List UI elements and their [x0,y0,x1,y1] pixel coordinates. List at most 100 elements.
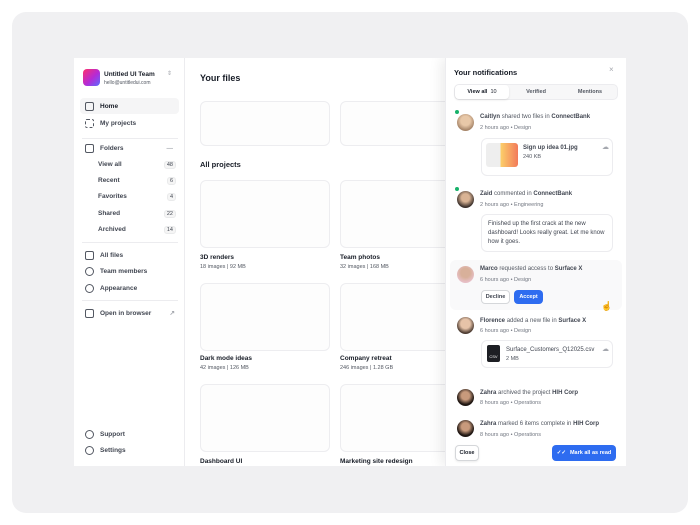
close-icon[interactable]: × [609,65,614,74]
tag: Operations [514,400,541,406]
gear-icon [85,445,94,455]
time: 8 hours ago [480,400,510,406]
target[interactable]: HIH Corp [552,390,578,396]
palette-icon [85,283,94,293]
nav-projects-label: My projects [100,119,137,127]
notification-text: Marco requested access to Surface X [480,266,582,272]
tag: Design [514,277,532,283]
nav-appearance-label: Appearance [100,284,138,292]
collapse-icon[interactable]: — [167,145,174,152]
image-count: 246 images [340,365,369,371]
project-name[interactable]: 3D renders [200,254,234,261]
tab-count: 10 [490,89,497,95]
folder-archived[interactable]: Archived 14 [98,226,176,234]
grid-icon [85,250,94,260]
tab-view-all[interactable]: View all 10 [455,85,509,99]
folder-count: 48 [163,161,176,169]
image-thumbnail [486,143,518,167]
action: archived the project [498,390,551,396]
download-icon[interactable]: ☁ [602,345,609,353]
size: 1.28 GB [372,365,394,371]
project-name[interactable]: Team photos [340,254,380,261]
folder-label: Archived [98,226,126,233]
target[interactable]: ConnectBank [533,191,572,197]
notification-meta: 6 hours ago • Design [480,328,532,334]
action: shared two files in [501,114,550,120]
nav-support-label: Support [100,430,125,438]
nav-appearance[interactable]: Appearance [80,280,179,296]
action: marked 6 items complete in [498,421,572,427]
close-button[interactable]: Close [455,445,479,461]
avatar [457,317,474,334]
project-name[interactable]: Dashboard UI [200,458,242,465]
avatar [457,389,474,406]
tab-label: View all [467,89,488,95]
help-icon [85,429,94,439]
chevron-selector-icon[interactable]: ⇕ [167,70,172,77]
page-title: Your files [200,73,241,83]
notification-text: Zaid commented in ConnectBank [480,191,572,197]
notification-meta: 6 hours ago • Design [480,277,532,283]
avatar [457,191,474,208]
time: 6 hours ago [480,277,510,283]
double-check-icon: ✓✓ [556,450,566,456]
download-icon[interactable]: ☁ [602,143,609,151]
project-name[interactable]: Dark mode ideas [200,355,252,362]
nav-team-label: Team members [100,267,148,275]
tab-verified[interactable]: Verified [509,85,563,99]
file-attachment[interactable]: Sign up idea 01.jpg 240 KB ☁ [481,138,613,176]
mark-all-read-button[interactable]: ✓✓ Mark all as read [552,445,616,461]
project-name[interactable]: Company retreat [340,355,392,362]
size: 92 MB [229,264,246,270]
image-count: 42 images [200,365,226,371]
sidebar: Untitled UI Team hello@untitledui.com ⇕ … [74,58,185,466]
time: 2 hours ago [480,125,510,131]
target[interactable]: HIH Corp [573,421,599,427]
file-card[interactable] [200,101,330,146]
size: 168 MB [369,264,389,270]
notification-meta: 2 hours ago • Engineering [480,202,544,208]
project-card[interactable] [200,384,330,452]
folder-shared[interactable]: Shared 22 [98,210,176,218]
size: 126 MB [229,365,249,371]
folder-recent[interactable]: Recent 6 [98,177,176,185]
mark-all-label: Mark all as read [569,450,612,456]
avatar [457,114,474,131]
decline-button[interactable]: Decline [481,290,510,304]
nav-team-members[interactable]: Team members [80,263,179,279]
nav-folders[interactable]: Folders — [80,140,179,156]
notification-text: Zahra marked 6 items complete in HIH Cor… [480,421,599,427]
team-name[interactable]: Untitled UI Team [104,71,155,78]
project-card[interactable] [200,283,330,351]
notification-text: Caitlyn shared two files in ConnectBank [480,114,590,120]
time: 2 hours ago [480,202,510,208]
user-name: Zahra [480,421,497,427]
nav-open-label: Open in browser [100,309,152,317]
project-card[interactable] [200,180,330,248]
project-meta: 32 images | 168 MB [340,264,389,270]
file-attachment[interactable]: CSV Surface_Customers_Q12025.csv 2 MB ☁ [481,340,613,368]
nav-all-files[interactable]: All files [80,247,179,263]
target[interactable]: Surface X [558,318,586,324]
target[interactable]: Surface X [555,266,583,272]
accept-button[interactable]: Accept [514,290,543,304]
tab-mentions[interactable]: Mentions [563,85,617,99]
nav-support[interactable]: Support [80,426,179,442]
nav-my-projects[interactable]: My projects [80,115,179,131]
project-meta: 42 images | 126 MB [200,365,249,371]
folder-favorites[interactable]: Favorites 4 [98,193,176,201]
nav-home[interactable]: Home [80,98,179,114]
section-title: All projects [200,160,241,169]
folder-view-all[interactable]: View all 48 [98,161,176,169]
app-window: Untitled UI Team hello@untitledui.com ⇕ … [74,58,626,466]
project-name[interactable]: Marketing site redesign [340,458,413,465]
folder-icon [85,143,94,153]
nav-settings[interactable]: Settings [80,442,179,458]
image-count: 32 images [340,264,366,270]
projects-icon [85,118,94,128]
folder-label: Shared [98,210,121,217]
nav-open-in-browser[interactable]: Open in browser ↗ [80,305,179,321]
divider [82,300,178,301]
file-name: Sign up idea 01.jpg [523,145,578,151]
target[interactable]: ConnectBank [551,114,590,120]
